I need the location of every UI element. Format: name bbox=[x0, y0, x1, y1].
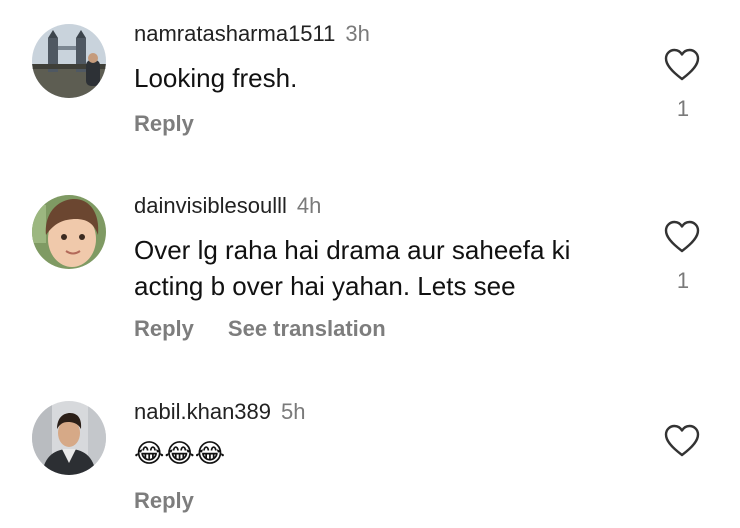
heart-icon bbox=[664, 48, 700, 81]
comment-actions: Reply bbox=[134, 111, 194, 137]
comment-item: dainvisiblesoulll 4h Over lg raha hai dra… bbox=[0, 170, 740, 370]
comment-text: Looking fresh. bbox=[134, 63, 298, 93]
username[interactable]: namratasharma1511 bbox=[134, 21, 335, 46]
see-translation-button[interactable]: See translation bbox=[228, 316, 386, 341]
reply-button[interactable]: Reply bbox=[134, 111, 194, 136]
like-count: 1 bbox=[676, 268, 690, 293]
comment-meta: namratasharma1511 3h bbox=[134, 21, 370, 47]
timestamp: 3h bbox=[345, 21, 370, 46]
man-photo-icon bbox=[32, 401, 106, 475]
heart-icon bbox=[664, 220, 700, 253]
like-count: 1 bbox=[676, 96, 690, 121]
comment-actions: Reply bbox=[134, 488, 194, 514]
timestamp: 4h bbox=[296, 193, 322, 218]
comment-meta: dainvisiblesoulll 4h bbox=[134, 193, 321, 219]
like-button[interactable] bbox=[664, 424, 700, 458]
comment-meta: nabil.khan389 5h bbox=[134, 399, 306, 425]
city-bridge-photo-icon bbox=[32, 24, 106, 98]
like-button[interactable] bbox=[664, 220, 700, 254]
child-photo-icon bbox=[32, 195, 106, 269]
avatar[interactable] bbox=[32, 401, 106, 475]
like-button[interactable] bbox=[664, 48, 700, 82]
comment-text: 😂😂😂 bbox=[134, 439, 226, 469]
heart-icon bbox=[664, 424, 700, 457]
comment-actions: Reply See translation bbox=[134, 316, 386, 342]
timestamp: 5h bbox=[281, 399, 306, 424]
comment-item: namratasharma1511 3h Looking fresh. Reply… bbox=[0, 0, 740, 170]
comment-text: Over lg raha hai drama aur saheefa ki ac… bbox=[134, 235, 571, 301]
reply-button[interactable]: Reply bbox=[134, 316, 194, 341]
avatar[interactable] bbox=[32, 195, 106, 269]
username[interactable]: nabil.khan389 bbox=[134, 399, 271, 424]
username[interactable]: dainvisiblesoulll bbox=[134, 193, 287, 218]
comment-item: nabil.khan389 5h 😂😂😂 Reply bbox=[0, 370, 740, 528]
avatar[interactable] bbox=[32, 24, 106, 98]
reply-button[interactable]: Reply bbox=[134, 488, 194, 513]
